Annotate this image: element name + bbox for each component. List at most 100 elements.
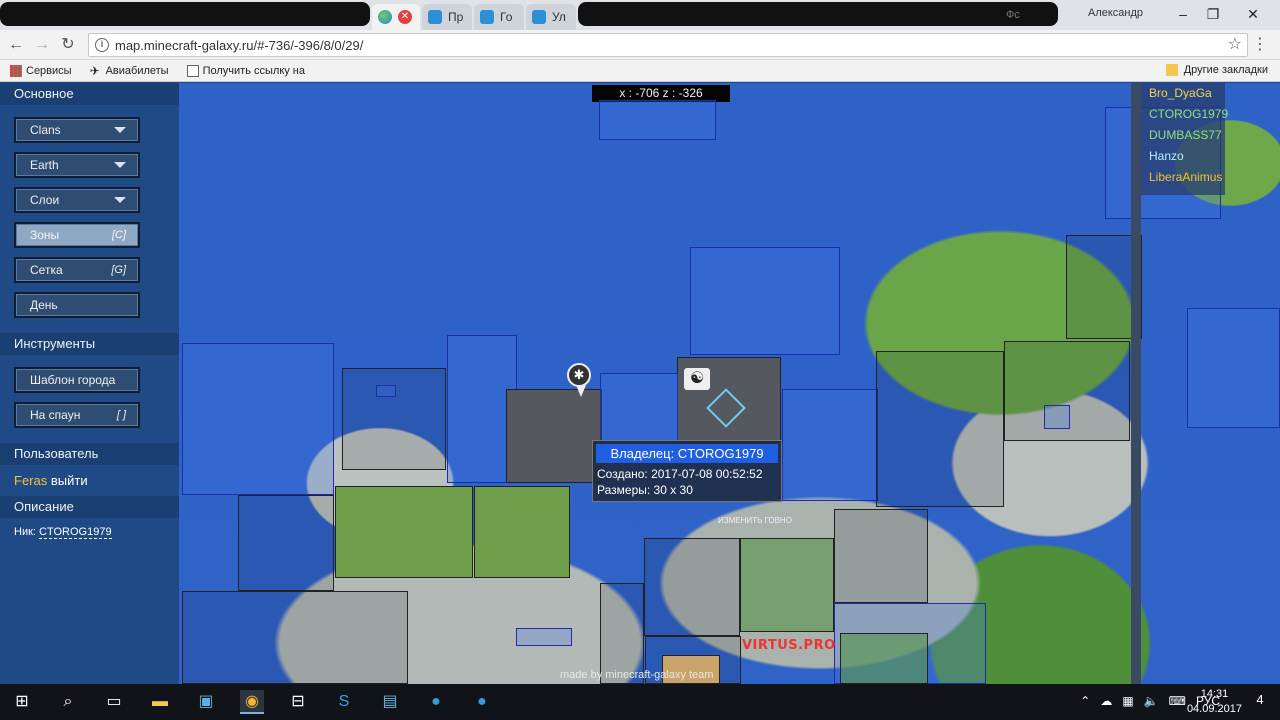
logout-link[interactable]: выйти bbox=[51, 473, 88, 488]
map-zone[interactable] bbox=[840, 633, 928, 684]
map-zone[interactable] bbox=[740, 538, 834, 632]
chevron-up-icon[interactable]: ⌃ bbox=[1080, 694, 1090, 708]
back-icon[interactable]: ← bbox=[6, 35, 26, 55]
url-bar[interactable]: i map.minecraft-galaxy.ru/#-736/-396/8/0… bbox=[88, 33, 1248, 57]
tab-4[interactable]: Ул bbox=[526, 4, 576, 30]
keyboard-icon[interactable]: ⌨ bbox=[1169, 694, 1186, 708]
minecraft-launcher-icon[interactable]: ● bbox=[470, 690, 494, 714]
selected-zone[interactable] bbox=[506, 389, 602, 483]
volume-icon[interactable]: 🔈 bbox=[1144, 694, 1159, 708]
map-zone[interactable] bbox=[516, 628, 572, 646]
browser-tab-strip: ✕ Пр Го Ул Фс Александр – ❐ ✕ bbox=[0, 0, 1280, 30]
map-scrollbar[interactable] bbox=[1131, 83, 1141, 684]
map-zone[interactable] bbox=[376, 385, 396, 397]
nick-label: Ник: bbox=[14, 526, 36, 538]
player-item[interactable]: CTOROG1979 bbox=[1141, 104, 1228, 125]
bookmark-star-icon[interactable]: ☆ bbox=[1228, 34, 1242, 54]
profile-name[interactable]: Александр bbox=[1088, 7, 1143, 19]
search-icon[interactable]: ⌕ bbox=[56, 690, 80, 714]
hotkey-label: [C] bbox=[111, 229, 126, 241]
map-zone[interactable] bbox=[876, 351, 1004, 507]
button-label: День bbox=[30, 298, 58, 312]
hotkey-label: [G] bbox=[111, 264, 126, 276]
tab-2[interactable]: Пр bbox=[422, 4, 472, 30]
map-zone[interactable] bbox=[644, 538, 740, 636]
map-zone[interactable] bbox=[182, 343, 334, 495]
other-bookmarks[interactable]: Другие закладки bbox=[1165, 64, 1268, 76]
map-zone[interactable] bbox=[342, 368, 446, 470]
player-item[interactable]: Bro_DyaGa bbox=[1141, 83, 1225, 104]
restore-icon[interactable]: ❐ bbox=[1198, 4, 1228, 24]
map-zone[interactable] bbox=[1187, 308, 1280, 428]
map-zone[interactable] bbox=[238, 495, 334, 591]
zones-toggle[interactable]: Зоны [C] bbox=[14, 222, 140, 248]
layers-dropdown[interactable]: Слои bbox=[14, 187, 140, 213]
user-info: Feras выйти bbox=[0, 465, 179, 496]
player-item[interactable]: Hanzo bbox=[1141, 146, 1225, 167]
bookmark-flights[interactable]: ✈ Авиабилеты bbox=[90, 65, 169, 77]
world-dropdown[interactable]: Earth bbox=[14, 152, 140, 178]
notification-count: 4 bbox=[1256, 692, 1264, 707]
button-label: На спаун bbox=[30, 408, 81, 422]
map-zone[interactable] bbox=[182, 591, 408, 684]
explorer-icon[interactable]: ▬ bbox=[148, 690, 172, 714]
bookmark-get-link[interactable]: Получить ссылку на bbox=[186, 64, 305, 77]
minecraft-icon bbox=[532, 10, 546, 24]
task-view-icon[interactable]: ▭ bbox=[102, 690, 126, 714]
forward-icon[interactable]: → bbox=[32, 35, 52, 55]
grid-toggle[interactable]: Сетка [G] bbox=[14, 257, 140, 283]
menu-icon[interactable]: ⋮ bbox=[1252, 34, 1268, 54]
globe-icon bbox=[378, 10, 392, 24]
button-label: Слои bbox=[30, 193, 60, 207]
reload-icon[interactable]: ↻ bbox=[58, 35, 78, 55]
map-zone[interactable] bbox=[474, 486, 570, 578]
map-zone[interactable] bbox=[690, 247, 840, 355]
map-zone[interactable] bbox=[834, 509, 928, 603]
zone-created: Создано: 2017-07-08 00:52:52 bbox=[597, 467, 763, 481]
left-panel: Основное Clans Earth Слои Зоны [C] Сетка… bbox=[0, 83, 179, 684]
skype-icon[interactable]: S bbox=[332, 690, 356, 714]
map-label-change: ИЗМЕНИТЬ ГОВНО bbox=[718, 516, 792, 525]
section-tools: Шаблон города На спаун [ ] bbox=[0, 355, 179, 443]
tab-partial-label: Фс bbox=[1006, 9, 1020, 21]
network-icon[interactable]: ▦ bbox=[1122, 694, 1133, 708]
day-toggle[interactable]: День bbox=[14, 292, 140, 318]
map-zone[interactable] bbox=[335, 486, 473, 578]
start-icon[interactable]: ⊞ bbox=[10, 690, 34, 714]
info-icon[interactable]: i bbox=[95, 38, 109, 52]
map-zone[interactable] bbox=[599, 100, 716, 140]
description-nick: Ник: CTOROG1979 bbox=[0, 518, 179, 546]
close-icon[interactable]: ✕ bbox=[398, 10, 412, 24]
store-icon[interactable]: ⊟ bbox=[286, 690, 310, 714]
to-spawn-button[interactable]: На спаун [ ] bbox=[14, 402, 140, 428]
map-zone[interactable] bbox=[600, 373, 678, 443]
map-zone[interactable] bbox=[1044, 405, 1070, 429]
bookmark-services[interactable]: Сервисы bbox=[10, 64, 72, 77]
other-bookmarks-label: Другие закладки bbox=[1183, 64, 1268, 76]
city-template-button[interactable]: Шаблон города bbox=[14, 367, 140, 393]
window-close-icon[interactable]: ✕ bbox=[1238, 4, 1268, 24]
zone-owner: Владелец: CTOROG1979 bbox=[596, 444, 778, 463]
notification-icon[interactable]: 4 bbox=[1250, 692, 1270, 712]
minimize-icon[interactable]: – bbox=[1168, 4, 1198, 24]
tab-current[interactable]: ✕ bbox=[372, 4, 420, 30]
chrome-icon[interactable]: ◉ bbox=[240, 690, 264, 714]
tab-label: Ул bbox=[552, 10, 566, 24]
marker-pin-icon[interactable]: ✱ bbox=[567, 363, 591, 387]
clock[interactable]: 14:31 04.09.2017 bbox=[1187, 687, 1242, 717]
minecraft-launcher-icon[interactable]: ● bbox=[424, 690, 448, 714]
world-map[interactable]: x : -706 z : -326 ✱ ☯ ИЗМЕНИТЬ ГОВНО VIR… bbox=[0, 83, 1280, 684]
tab-3[interactable]: Го bbox=[474, 4, 524, 30]
clans-dropdown[interactable]: Clans bbox=[14, 117, 140, 143]
player-item[interactable]: LiberaAnimus bbox=[1141, 167, 1225, 188]
app-icon[interactable]: ▤ bbox=[378, 690, 402, 714]
player-item[interactable]: DUMBASS77 bbox=[1141, 125, 1225, 146]
cloud-icon[interactable]: ☁ bbox=[1100, 694, 1112, 708]
app-icon[interactable]: ▣ bbox=[194, 690, 218, 714]
map-label-virtus: VIRTUS.PRO bbox=[742, 638, 836, 653]
chevron-down-icon bbox=[114, 197, 126, 203]
yin-yang-icon: ☯ bbox=[684, 368, 710, 390]
map-zone[interactable] bbox=[782, 389, 878, 501]
nick-value-link[interactable]: CTOROG1979 bbox=[39, 526, 112, 539]
zone-info-popup: Владелец: CTOROG1979 Создано: 2017-07-08… bbox=[592, 440, 782, 502]
